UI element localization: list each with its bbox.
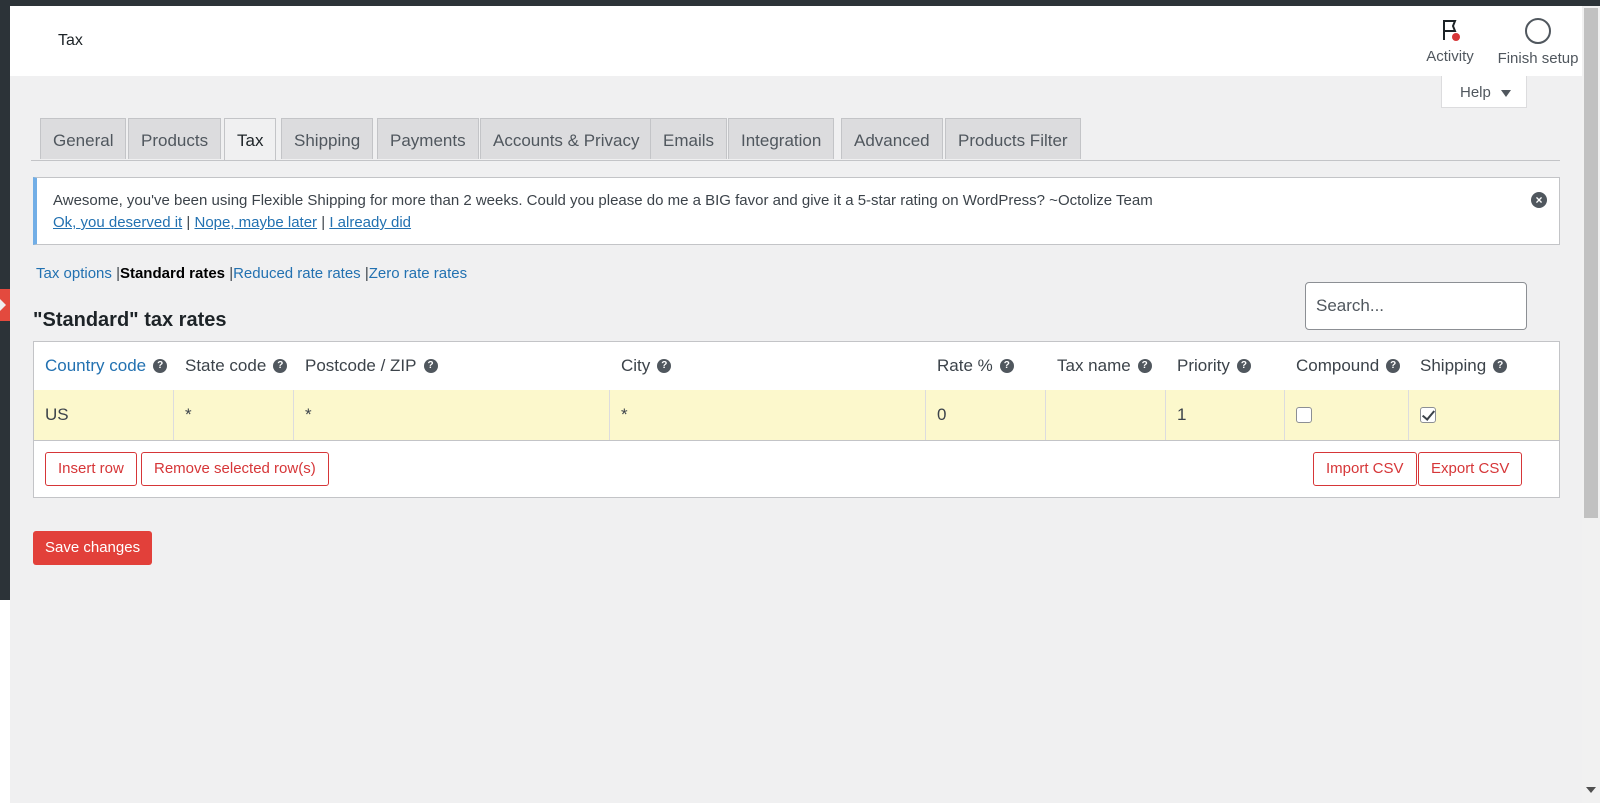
import-csv-button[interactable]: Import CSV (1313, 452, 1417, 486)
col-label: Country code (45, 356, 147, 375)
tab-products-filter[interactable]: Products Filter (945, 118, 1081, 159)
help-button[interactable]: Help (1441, 76, 1527, 108)
col-label: Priority (1177, 356, 1230, 375)
cell-postcode[interactable]: * (294, 390, 610, 440)
tab-accounts-privacy[interactable]: Accounts & Privacy (480, 118, 653, 159)
col-label: Tax name (1057, 356, 1131, 375)
col-shipping: Shipping? (1409, 342, 1559, 390)
subnav-standard-rates[interactable]: Standard rates (120, 265, 225, 282)
finish-setup-label: Finish setup (1497, 50, 1579, 67)
sidebar-current-pointer (0, 289, 10, 321)
cell-priority[interactable]: 1 (1166, 390, 1285, 440)
tab-general[interactable]: General (40, 118, 127, 159)
link-separator: | (186, 214, 191, 231)
tab-shipping[interactable]: Shipping (281, 118, 374, 159)
help-tip-icon[interactable]: ? (1386, 359, 1401, 373)
cell-shipping (1409, 390, 1559, 440)
remove-rows-button[interactable]: Remove selected row(s) (141, 452, 329, 486)
help-tip-icon[interactable]: ? (273, 359, 288, 373)
activity-button[interactable]: Activity (1410, 16, 1490, 65)
search-input[interactable] (1305, 282, 1527, 330)
save-changes-button[interactable]: Save changes (33, 531, 153, 565)
table-header-row: Country code? State code? Postcode / ZIP… (34, 342, 1559, 391)
tax-subnav: Tax options |Standard rates |Reduced rat… (36, 265, 467, 282)
col-label: Compound (1296, 356, 1380, 375)
tab-emails[interactable]: Emails (650, 118, 728, 159)
activity-label: Activity (1426, 48, 1474, 65)
cell-rate[interactable]: 0 (926, 390, 1046, 440)
col-rate: Rate %? (926, 342, 1046, 390)
col-label: Postcode / ZIP (305, 356, 417, 375)
help-label: Help (1460, 84, 1491, 101)
tab-payments[interactable]: Payments (377, 118, 479, 159)
help-tip-icon[interactable]: ? (153, 359, 168, 373)
col-state-code: State code? (174, 342, 294, 390)
caret-down-icon (1500, 89, 1511, 97)
compound-checkbox[interactable] (1296, 407, 1312, 423)
ok-deserved-link[interactable]: Ok, you deserved it (53, 214, 182, 231)
shipping-checkbox[interactable] (1420, 407, 1436, 423)
help-tip-icon[interactable]: ? (1137, 359, 1152, 373)
subnav-zero-rates[interactable]: Zero rate rates (369, 265, 467, 282)
col-compound: Compound? (1285, 342, 1409, 390)
section-title: "Standard" tax rates (33, 309, 227, 331)
subnav-reduced-rates[interactable]: Reduced rate rates (233, 265, 361, 282)
col-label: Shipping (1420, 356, 1487, 375)
cell-city[interactable]: * (610, 390, 926, 440)
tab-integration[interactable]: Integration (728, 118, 835, 159)
notice-links: Ok, you deserved it | Nope, maybe later … (53, 214, 411, 231)
col-postcode: Postcode / ZIP? (294, 342, 610, 390)
already-did-link[interactable]: I already did (329, 214, 411, 231)
scrollbar-thumb[interactable] (1584, 8, 1598, 518)
cell-compound (1285, 390, 1409, 440)
insert-row-button[interactable]: Insert row (45, 452, 137, 486)
help-tip-icon[interactable]: ? (1493, 359, 1508, 373)
help-tip-icon[interactable]: ? (423, 359, 438, 373)
maybe-later-link[interactable]: Nope, maybe later (194, 214, 317, 231)
cell-state[interactable]: * (174, 390, 294, 440)
sidebar-edge-lower (0, 600, 10, 803)
page-title: Tax (58, 32, 83, 49)
col-country-code[interactable]: Country code? (34, 342, 174, 390)
top-header: Tax Activity Finish setup (10, 6, 1582, 76)
flag-icon (1410, 16, 1490, 44)
tax-rates-table: Country code? State code? Postcode / ZIP… (33, 341, 1560, 498)
app-window: Tax Activity Finish setup Help General P… (10, 6, 1582, 803)
progress-circle-icon (1488, 18, 1588, 46)
dismiss-notice-icon[interactable]: × (1531, 192, 1547, 208)
col-city: City? (610, 342, 926, 390)
link-separator: | (321, 214, 326, 231)
subnav-tax-options[interactable]: Tax options (36, 265, 112, 282)
col-priority: Priority? (1166, 342, 1285, 390)
col-label: Rate % (937, 356, 993, 375)
cell-country[interactable]: US (34, 390, 174, 440)
export-csv-button[interactable]: Export CSV (1418, 452, 1523, 486)
help-tip-icon[interactable]: ? (999, 359, 1014, 373)
tab-products[interactable]: Products (128, 118, 222, 159)
tab-advanced[interactable]: Advanced (841, 118, 943, 159)
notification-dot (1452, 33, 1460, 41)
cell-tax-name[interactable] (1046, 390, 1166, 440)
notice-text: Awesome, you've been using Flexible Ship… (53, 192, 1153, 209)
col-label: State code (185, 356, 267, 375)
help-tip-icon[interactable]: ? (1236, 359, 1251, 373)
scroll-down-arrow-icon[interactable] (1586, 787, 1596, 793)
rating-notice: Awesome, you've been using Flexible Ship… (33, 177, 1560, 245)
col-label: City (621, 356, 651, 375)
settings-tabs: General Products Tax Shipping Payments A… (31, 118, 1560, 161)
help-tip-icon[interactable]: ? (657, 359, 672, 373)
col-tax-name: Tax name? (1046, 342, 1166, 390)
finish-setup-button[interactable]: Finish setup (1488, 16, 1588, 67)
tab-tax[interactable]: Tax (224, 118, 277, 160)
table-row[interactable]: US * * * 0 1 (34, 390, 1559, 441)
